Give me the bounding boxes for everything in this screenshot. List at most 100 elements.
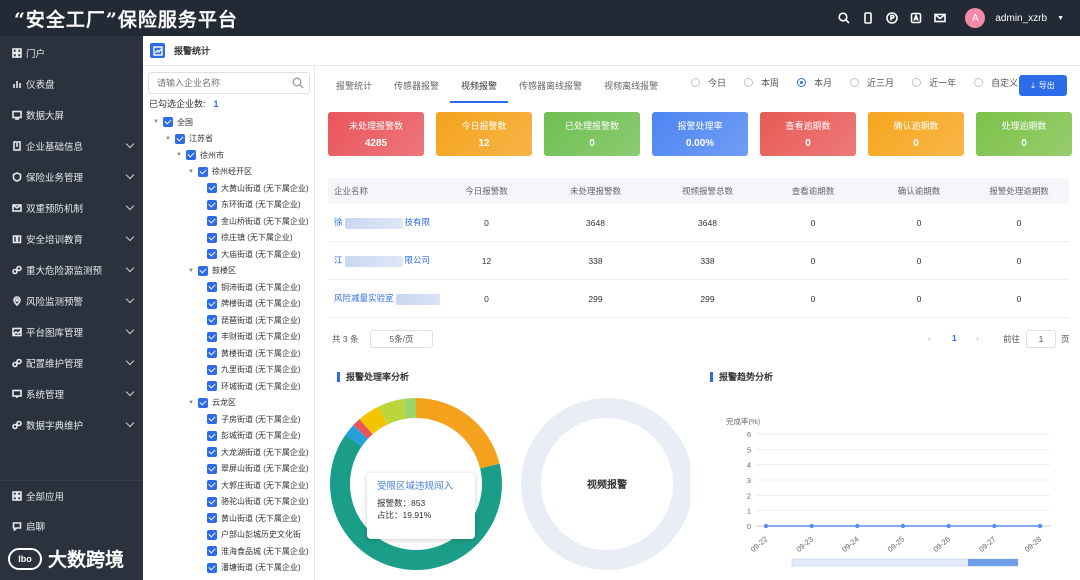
tree-checkbox[interactable] xyxy=(207,331,217,342)
tree-node[interactable]: 牌楼街道 (无下属企业) xyxy=(207,296,301,312)
tree-checkbox[interactable] xyxy=(198,166,208,177)
tree-node[interactable]: 环城街道 (无下属企业) xyxy=(207,378,301,394)
tree-checkbox[interactable] xyxy=(207,529,217,540)
radio-dot[interactable] xyxy=(912,78,922,87)
tree-node[interactable]: 彭城街道 (无下属企业) xyxy=(207,428,301,444)
tree-expand-icon[interactable]: ▼ xyxy=(165,136,172,142)
radio-4[interactable]: 近一年 xyxy=(912,76,956,89)
export-button[interactable]: ⤓ 导出 xyxy=(1019,75,1067,96)
data-point[interactable] xyxy=(809,523,814,529)
goto-input[interactable]: 1 xyxy=(1026,330,1056,348)
tree-node[interactable]: 东环街道 (无下属企业) xyxy=(207,197,301,213)
radio-dot[interactable] xyxy=(744,78,754,87)
tree-checkbox[interactable] xyxy=(207,447,217,457)
tree-checkbox[interactable] xyxy=(207,546,217,556)
tree-expand-icon[interactable]: ▼ xyxy=(153,119,160,125)
sidebar-item-5[interactable]: 双重预防机制 xyxy=(0,192,143,223)
tree-node[interactable]: ▼ 云龙区 xyxy=(188,395,236,411)
current-page[interactable]: 1 xyxy=(952,333,957,343)
stat-card[interactable]: 报警处理率 0.00% xyxy=(652,112,748,156)
radio-0[interactable]: 今日 xyxy=(691,76,726,89)
tab-3[interactable]: 传感器离线报警 xyxy=(508,72,593,102)
tree-checkbox[interactable] xyxy=(198,265,208,276)
data-point[interactable] xyxy=(992,523,997,529)
tree-checkbox[interactable] xyxy=(207,348,217,358)
tree-checkbox[interactable] xyxy=(207,364,217,375)
sidebar-item-2[interactable]: 数据大屏 xyxy=(0,99,143,130)
sidebar-item-8[interactable]: 风险监测预警 xyxy=(0,285,143,316)
sidebar-bottom-item-0[interactable]: 全部应用 xyxy=(0,481,143,511)
sidebar-item-9[interactable]: 平台图库管理 xyxy=(0,316,143,347)
tree-node[interactable]: 大郭庄街道 (无下属企业) xyxy=(207,477,309,493)
a-box-icon[interactable] xyxy=(909,11,923,25)
tree-node[interactable]: 大龙湖街道 (无下属企业) xyxy=(207,444,309,460)
radio-3[interactable]: 近三月 xyxy=(850,76,894,89)
data-point[interactable] xyxy=(1037,523,1043,529)
tree-expand-icon[interactable]: ▼ xyxy=(188,400,195,406)
tree-search-input[interactable] xyxy=(157,73,287,93)
tree-node[interactable]: 琵琶街道 (无下属企业) xyxy=(207,312,301,328)
p-circle-icon[interactable] xyxy=(885,11,899,25)
tree-node[interactable]: 铜沛街道 (无下属企业) xyxy=(207,279,301,295)
tree-checkbox[interactable] xyxy=(207,562,217,573)
table-row[interactable]: 江 限公司 12 338 338 0 0 0 xyxy=(328,242,1069,280)
radio-dot[interactable] xyxy=(974,78,984,87)
radio-dot[interactable] xyxy=(691,78,700,87)
search-icon[interactable] xyxy=(837,11,851,25)
tree-node[interactable]: ▼ 徐州市 xyxy=(176,147,224,163)
search-icon[interactable] xyxy=(292,77,304,89)
tree-expand-icon[interactable]: ▼ xyxy=(176,152,183,158)
tree-node[interactable]: 九里街道 (无下属企业) xyxy=(207,362,301,378)
data-point[interactable] xyxy=(900,523,906,529)
tree-node[interactable]: 潘塘街道 (无下属企业) xyxy=(207,560,301,576)
tree-checkbox[interactable] xyxy=(207,381,217,391)
tree-node[interactable]: 淮海食品城 (无下属企业) xyxy=(207,543,309,559)
sidebar-item-11[interactable]: 系统管理 xyxy=(0,378,143,409)
data-point[interactable] xyxy=(855,523,860,529)
radio-dot[interactable] xyxy=(850,78,860,87)
data-point[interactable] xyxy=(763,523,769,529)
tree-node[interactable]: 户部山彭城历史文化街 xyxy=(207,527,301,543)
avatar[interactable]: A xyxy=(965,8,986,28)
table-header-cell[interactable]: 确认逾期数 xyxy=(869,185,969,197)
tree-node[interactable]: ▼ 徐州经开区 xyxy=(188,164,252,180)
stat-card[interactable]: 未处理报警数 4285 xyxy=(328,112,424,156)
tree-checkbox[interactable] xyxy=(207,216,217,226)
tree-checkbox[interactable] xyxy=(207,183,217,193)
table-row[interactable]: 徐 技有限 0 3648 3648 0 0 0 xyxy=(328,204,1069,242)
table-header-cell[interactable]: 企业名称 xyxy=(328,185,440,197)
page-size-select[interactable]: 5条/页 xyxy=(370,330,433,348)
tree-checkbox[interactable] xyxy=(207,463,217,474)
tree-checkbox[interactable] xyxy=(207,496,217,507)
tree-node[interactable]: 丰财街道 (无下属企业) xyxy=(207,329,301,345)
tree-node[interactable]: 大黄山街道 (无下属企业) xyxy=(207,180,309,196)
tree-checkbox[interactable] xyxy=(207,282,217,292)
prev-page-icon[interactable]: ‹ xyxy=(928,333,931,343)
radio-2[interactable]: 本月 xyxy=(797,76,832,89)
sidebar-item-0[interactable]: 门户 xyxy=(0,37,143,68)
tree-checkbox[interactable] xyxy=(207,480,217,490)
stat-card[interactable]: 查看逾期数 0 xyxy=(760,112,856,156)
company-name-link[interactable]: 江 限公司 xyxy=(328,254,440,267)
sidebar-item-3[interactable]: 企业基础信息 xyxy=(0,130,143,161)
tree-node[interactable]: 大庙街道 (无下属企业) xyxy=(207,246,301,262)
tab-4[interactable]: 视频离线报警 xyxy=(593,72,669,102)
tree-node[interactable]: 黄山街道 (无下属企业) xyxy=(207,510,301,526)
tab-2[interactable]: 视频报警 xyxy=(450,72,509,103)
sidebar-item-7[interactable]: 重大危险源监测预 xyxy=(0,254,143,285)
tree-expand-icon[interactable]: ▼ xyxy=(188,169,195,175)
tree-checkbox[interactable] xyxy=(207,249,217,259)
tree-node[interactable]: 金山桥街道 (无下属企业) xyxy=(207,213,309,229)
sidebar-bottom-item-1[interactable]: 启聊 xyxy=(0,511,143,541)
tree-node[interactable]: ▼ 全国 xyxy=(153,114,193,130)
table-header-cell[interactable]: 今日报警数 xyxy=(440,185,533,197)
tree-checkbox[interactable] xyxy=(198,397,208,408)
table-header-cell[interactable]: 未处理报警数 xyxy=(533,185,658,197)
stat-card[interactable]: 确认逾期数 0 xyxy=(868,112,964,156)
tree-node[interactable]: 黄楼街道 (无下属企业) xyxy=(207,345,301,361)
mail-icon[interactable] xyxy=(933,11,947,25)
tab-0[interactable]: 报警统计 xyxy=(325,72,383,102)
company-name-link[interactable]: 徐 技有限 xyxy=(328,216,440,229)
sidebar-item-10[interactable]: 配置维护管理 xyxy=(0,347,143,378)
stat-card[interactable]: 已处理报警数 0 xyxy=(544,112,640,156)
